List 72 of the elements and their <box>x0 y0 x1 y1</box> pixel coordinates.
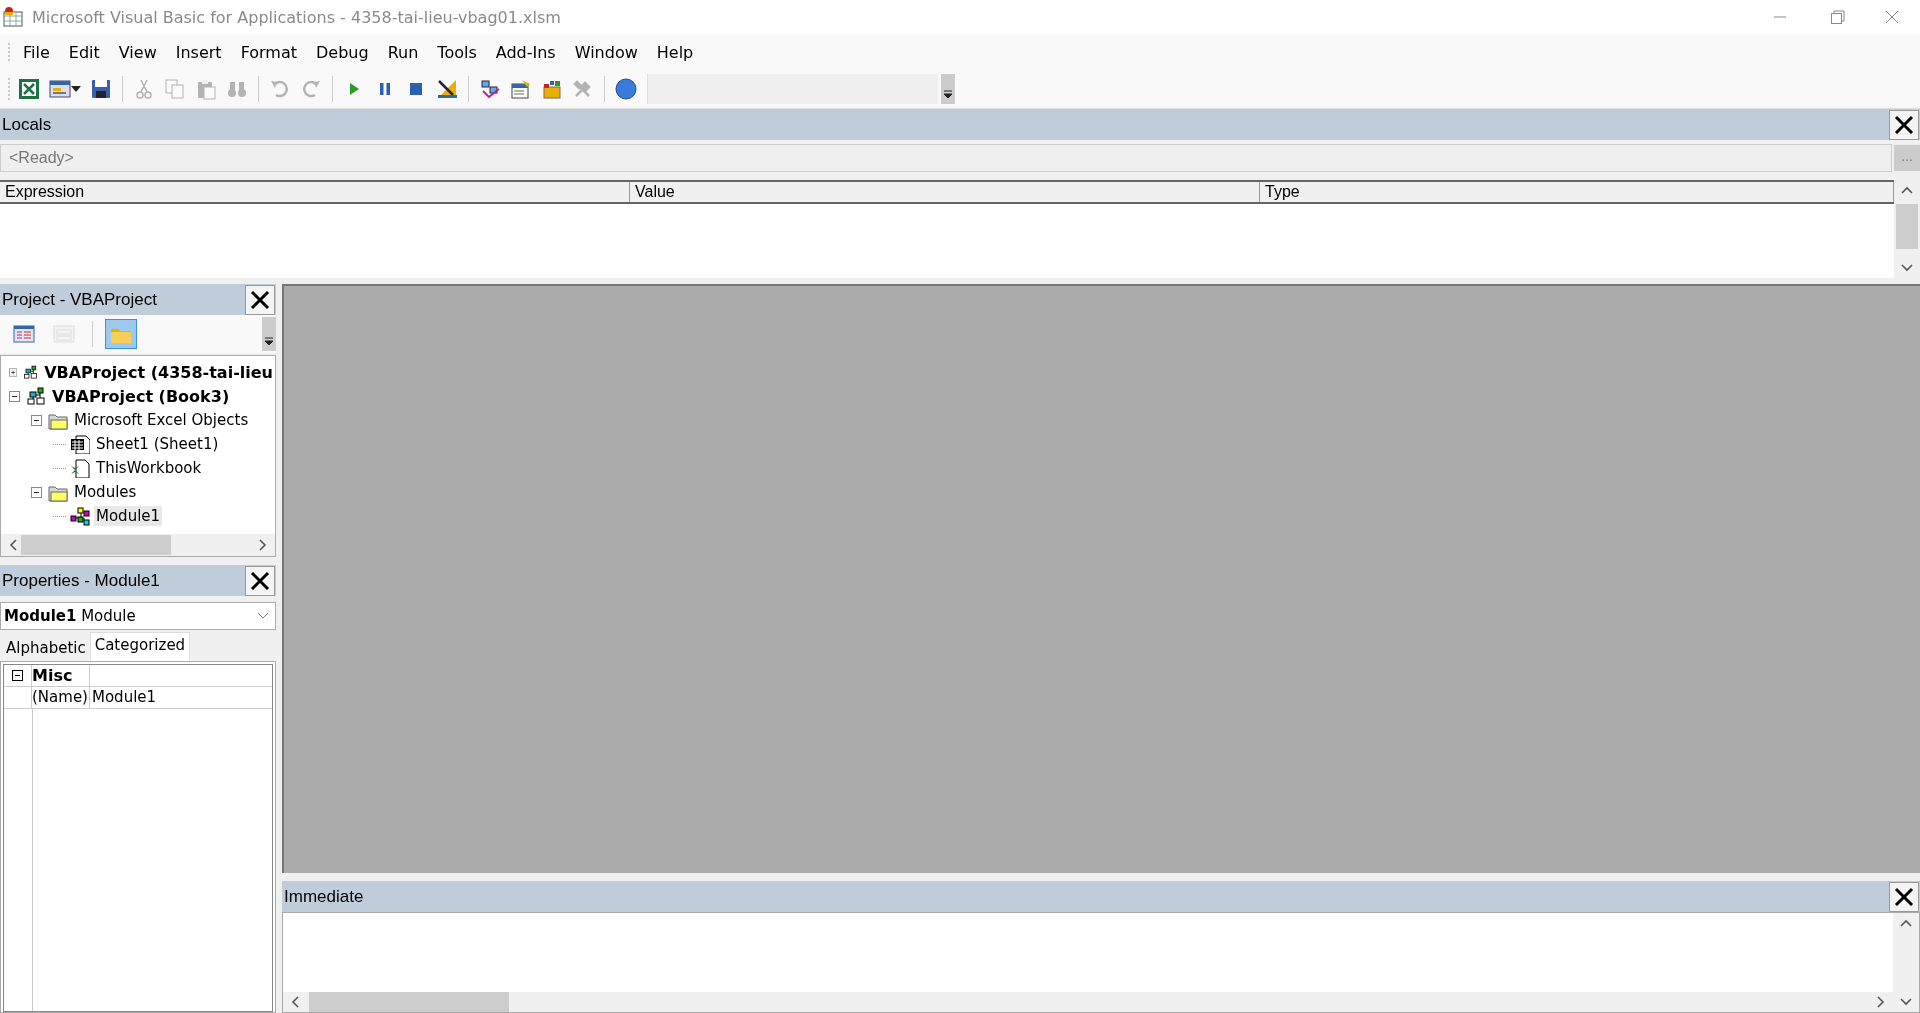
document-icon <box>70 458 90 478</box>
close-icon[interactable] <box>245 565 275 596</box>
save-icon <box>90 78 112 100</box>
object-dropdown[interactable]: Module1 Module <box>0 602 276 630</box>
chevron-down-icon <box>257 612 269 620</box>
tree-item[interactable]: Modules <box>72 482 139 502</box>
overflow-icon[interactable] <box>262 317 276 351</box>
tree-item[interactable]: VBAProject (4358-tai-lieu <box>42 361 275 383</box>
spreadsheet-icon <box>18 78 40 100</box>
scroll-thumb[interactable] <box>1896 204 1918 249</box>
horizontal-scrollbar[interactable] <box>283 992 1893 1012</box>
close-icon[interactable] <box>1889 881 1919 912</box>
collapse-icon[interactable] <box>9 390 20 402</box>
toolbar-button[interactable] <box>612 75 640 103</box>
tree-item[interactable]: Microsoft Excel Objects <box>72 410 251 430</box>
tree-item[interactable]: VBAProject (Book3) <box>50 385 232 407</box>
close-icon[interactable] <box>245 284 275 315</box>
grip-icon <box>6 41 12 63</box>
collapse-icon[interactable] <box>31 486 42 498</box>
scroll-thumb[interactable] <box>21 535 171 555</box>
menu-item[interactable]: View <box>107 42 165 62</box>
menu-item[interactable]: Format <box>229 42 305 62</box>
window-icon <box>510 78 532 100</box>
ruler-icon <box>436 78 458 100</box>
property-value[interactable]: Module1 <box>90 687 272 708</box>
column-header[interactable]: Expression <box>0 182 630 202</box>
menu-item[interactable]: Window <box>563 42 646 62</box>
close-icon[interactable] <box>1889 109 1919 140</box>
menu-item[interactable]: Add-Ins <box>484 42 564 62</box>
sheet-icon <box>70 434 90 454</box>
object-name: Module1 Module <box>4 607 136 625</box>
form-icon <box>49 78 71 100</box>
module-icon <box>70 506 90 526</box>
copy-icon <box>164 78 186 100</box>
expand-icon[interactable] <box>9 366 18 378</box>
column-header[interactable]: Value <box>630 182 1260 202</box>
menu-item[interactable]: Help <box>645 42 702 62</box>
tree-item[interactable]: Sheet1 (Sheet1) <box>94 434 221 454</box>
caret-icon <box>71 86 81 92</box>
property-name[interactable]: (Name) <box>32 687 90 708</box>
tree-icon <box>479 78 501 100</box>
undo-icon <box>269 78 291 100</box>
menu-item[interactable]: Run <box>376 42 427 62</box>
panel-title: Immediate <box>283 886 364 907</box>
scissors-icon <box>133 78 155 100</box>
panel-title: Locals <box>1 114 52 135</box>
status-field: <Ready> <box>0 144 1892 172</box>
panel-title: Project - VBAProject <box>1 289 157 310</box>
tree-item[interactable]: Module1 <box>94 506 163 526</box>
boxes-icon <box>541 78 563 100</box>
tab[interactable]: Alphabetic <box>2 636 90 661</box>
category-label: Misc <box>32 665 90 686</box>
menu-item[interactable]: Debug <box>305 42 377 62</box>
collapse-icon[interactable] <box>12 670 23 681</box>
toolbar-field[interactable] <box>647 74 938 104</box>
menu-item[interactable]: Tools <box>426 42 485 62</box>
overflow-icon[interactable] <box>941 74 955 104</box>
scroll-thumb[interactable] <box>309 992 509 1012</box>
network-icon <box>26 386 46 406</box>
window-title: Microsoft Visual Basic for Applications - 4358-tai-lieu-vbag01.xlsm <box>32 7 561 27</box>
collapse-icon[interactable] <box>31 414 42 426</box>
list-icon <box>13 324 35 344</box>
paste-icon <box>195 78 217 100</box>
tree-item[interactable]: ThisWorkbook <box>94 458 204 478</box>
grip-icon <box>6 76 12 102</box>
redo-icon <box>300 78 322 100</box>
horizontal-scrollbar[interactable] <box>1 534 275 556</box>
menu-item[interactable]: Insert <box>164 42 230 62</box>
menu-item[interactable]: Edit <box>57 42 108 62</box>
panel-title: Properties - Module1 <box>1 570 160 591</box>
menu-item[interactable]: File <box>12 42 58 62</box>
tab[interactable]: Categorized <box>89 632 191 661</box>
